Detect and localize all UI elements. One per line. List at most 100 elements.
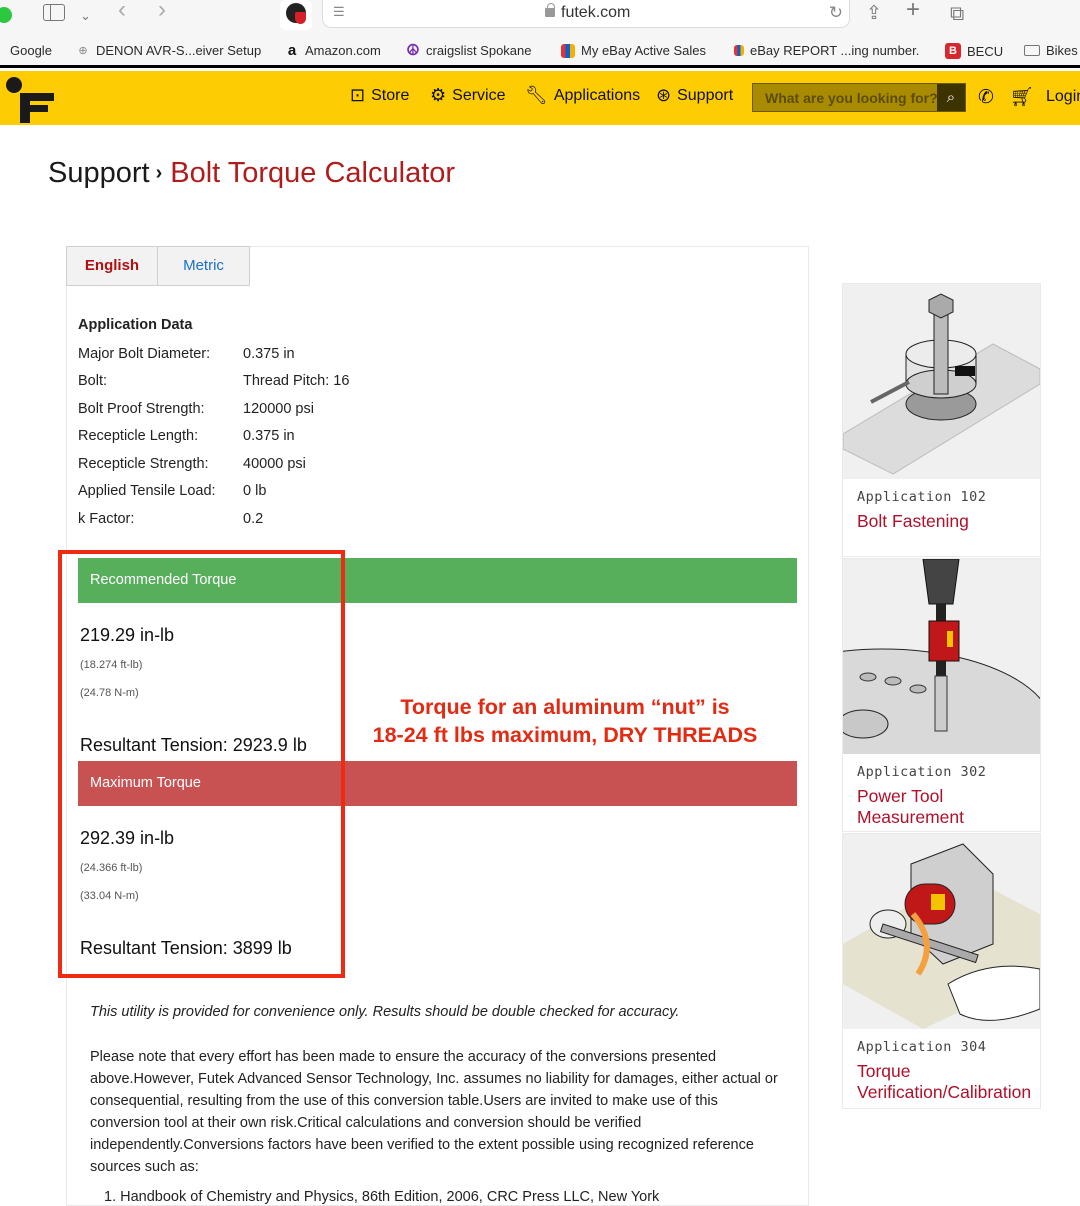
data-label: Recepticle Length:: [78, 428, 199, 445]
cart-icon[interactable]: 🛒︎: [1010, 85, 1034, 109]
ebay-bag-icon: [561, 43, 575, 58]
annotation-line-2: 18-24 ft lbs maximum, DRY THREADS: [372, 723, 758, 747]
folder-icon: [1024, 45, 1040, 56]
tab-english[interactable]: English: [66, 246, 158, 286]
nav-applications[interactable]: 🔧︎ Applications: [525, 85, 640, 106]
globe-icon: ⊕: [78, 44, 88, 57]
site-header: ⊡ Store ⚙ Service 🔧︎ Applications ⊛ Supp…: [0, 71, 1080, 125]
torque-verification-illustration: [843, 834, 1040, 1029]
chevron-right-icon: ›: [155, 162, 163, 184]
reader-icon[interactable]: ☰: [333, 4, 347, 20]
reload-icon[interactable]: ↻: [829, 3, 843, 23]
store-icon: ⊡: [350, 85, 366, 105]
maximum-torque-header: Maximum Torque: [78, 761, 797, 806]
application-data: Application Data Major Bolt Diameter: 0.3…: [78, 317, 349, 533]
bookmark-bikes[interactable]: Bikes: [1024, 43, 1078, 58]
bookmark-amazon[interactable]: a Amazon.com: [285, 43, 381, 59]
recommended-resultant-tension: Resultant Tension: 2923.9 lb: [80, 735, 307, 755]
data-value: Thread Pitch: 16: [243, 373, 350, 390]
power-tool-illustration: [843, 559, 1040, 754]
futek-logo[interactable]: [6, 77, 54, 123]
maximum-torque-nm: (33.04 N-m): [80, 890, 139, 902]
maximum-resultant-tension: Resultant Tension: 3899 lb: [80, 938, 292, 958]
nav-service[interactable]: ⚙ Service: [430, 85, 506, 106]
data-label: k Factor:: [78, 510, 135, 527]
data-label: Recepticle Strength:: [78, 455, 209, 472]
address-bar[interactable]: ☰ futek.com ↻: [322, 0, 850, 28]
ebay-bag-icon: [734, 45, 744, 56]
application-card-power-tool[interactable]: Application 302 Power Tool Measurement: [842, 558, 1041, 832]
google-icon: [0, 44, 4, 58]
bookmark-craigslist[interactable]: ☮ craigslist Spokane: [406, 41, 532, 59]
maximum-torque-value: 292.39 in-lb: [80, 828, 175, 848]
bookmark-label: Bikes: [1046, 43, 1078, 58]
application-title[interactable]: Torque Verification/Calibration: [857, 1061, 1040, 1103]
url-text: futek.com: [561, 4, 631, 21]
bookmark-label: BECU: [967, 43, 1004, 59]
disclaimer-body: Please note that every effort has been m…: [90, 1049, 778, 1175]
data-value: 0.375 in: [243, 428, 295, 445]
annotation-note: Torque for an aluminum “nut” is 18-24 ft…: [350, 693, 780, 749]
tab-metric[interactable]: Metric: [158, 246, 250, 286]
chevron-down-icon[interactable]: ⌄: [80, 6, 91, 26]
application-title[interactable]: Power Tool Measurement: [857, 786, 1040, 828]
unit-tabs: English Metric: [66, 246, 250, 286]
application-card-bolt-fastening[interactable]: Application 102 Bolt Fastening: [842, 283, 1041, 557]
annotation-line-1: Torque for an aluminum “nut” is: [400, 695, 730, 719]
phone-icon[interactable]: ✆: [978, 86, 994, 109]
window-maximize-button[interactable]: [0, 7, 12, 23]
search-button[interactable]: ⌕: [937, 84, 965, 111]
nav-label: Store: [371, 86, 410, 104]
recommended-torque-header: Recommended Torque: [78, 558, 797, 603]
application-title[interactable]: Bolt Fastening: [857, 511, 1040, 532]
data-row: Bolt: Thread Pitch: 16: [78, 368, 349, 396]
application-data-title: Application Data: [78, 317, 193, 333]
browser-toolbar: ⌄ ‹ › ☰ futek.com ↻ ⇪ + ⧉: [0, 0, 1080, 34]
share-icon[interactable]: ⇪: [866, 4, 882, 24]
data-label: Applied Tensile Load:: [78, 483, 216, 500]
disclaimer-note: This utility is provided for convenience…: [90, 1004, 680, 1020]
application-number: Application 102: [857, 489, 987, 505]
nav-support[interactable]: ⊛ Support: [656, 85, 733, 106]
nav-store[interactable]: ⊡ Store: [350, 85, 409, 106]
nav-label: Support: [677, 86, 734, 104]
bookmark-label: Amazon.com: [305, 43, 381, 58]
data-value: 0.2: [243, 510, 264, 527]
bookmark-becu[interactable]: B BECU: [945, 43, 1003, 59]
data-row: k Factor: 0.2: [78, 505, 349, 533]
breadcrumb-support[interactable]: Support: [48, 157, 150, 189]
tab-overview-icon[interactable]: ⧉: [950, 4, 964, 24]
extension-globe-shield-icon[interactable]: [280, 0, 312, 30]
data-label: Bolt:: [78, 373, 108, 390]
nav-label: Service: [452, 86, 506, 104]
bookmark-google[interactable]: Google: [0, 43, 52, 58]
back-icon[interactable]: ‹: [118, 0, 126, 22]
recommended-torque-ftlb: (18.274 ft-lb): [80, 659, 143, 671]
bookmark-label: DENON AVR-S...eiver Setup: [96, 43, 262, 58]
application-number: Application 304: [857, 1039, 987, 1055]
search-input[interactable]: [753, 84, 939, 111]
gear-icon: ⚙: [430, 85, 447, 105]
peace-icon: ☮: [406, 41, 420, 59]
forward-icon[interactable]: ›: [158, 0, 166, 22]
bookmark-label: eBay REPORT ...ing number.: [750, 43, 920, 58]
data-row: Applied Tensile Load: 0 lb: [78, 478, 349, 506]
bookmark-ebay-active[interactable]: My eBay Active Sales: [561, 43, 706, 58]
site-search: ⌕: [752, 83, 966, 112]
reference-item: 1. Handbook of Chemistry and Physics, 86…: [104, 1189, 660, 1205]
maximum-torque-ftlb: (24.366 ft-lb): [80, 862, 143, 874]
data-row: Bolt Proof Strength: 120000 psi: [78, 395, 349, 423]
login-link[interactable]: Login: [1046, 88, 1080, 106]
bookmark-denon[interactable]: ⊕ DENON AVR-S...eiver Setup: [76, 43, 261, 58]
bookmark-label: craigslist Spokane: [426, 43, 532, 58]
data-value: 40000 psi: [243, 455, 306, 472]
application-number: Application 302: [857, 764, 987, 780]
new-tab-icon[interactable]: +: [906, 0, 920, 22]
sidebar-toggle-icon[interactable]: [43, 4, 65, 21]
lifebuoy-icon: ⊛: [656, 85, 672, 105]
lock-icon: [545, 3, 555, 17]
becu-icon: B: [945, 43, 961, 59]
bookmark-ebay-report[interactable]: eBay REPORT ...ing number.: [734, 43, 919, 58]
bookmarks-bar: Google ⊕ DENON AVR-S...eiver Setup a Ama…: [0, 34, 1080, 68]
application-card-torque-verification[interactable]: Application 304 Torque Verification/Cali…: [842, 833, 1041, 1109]
